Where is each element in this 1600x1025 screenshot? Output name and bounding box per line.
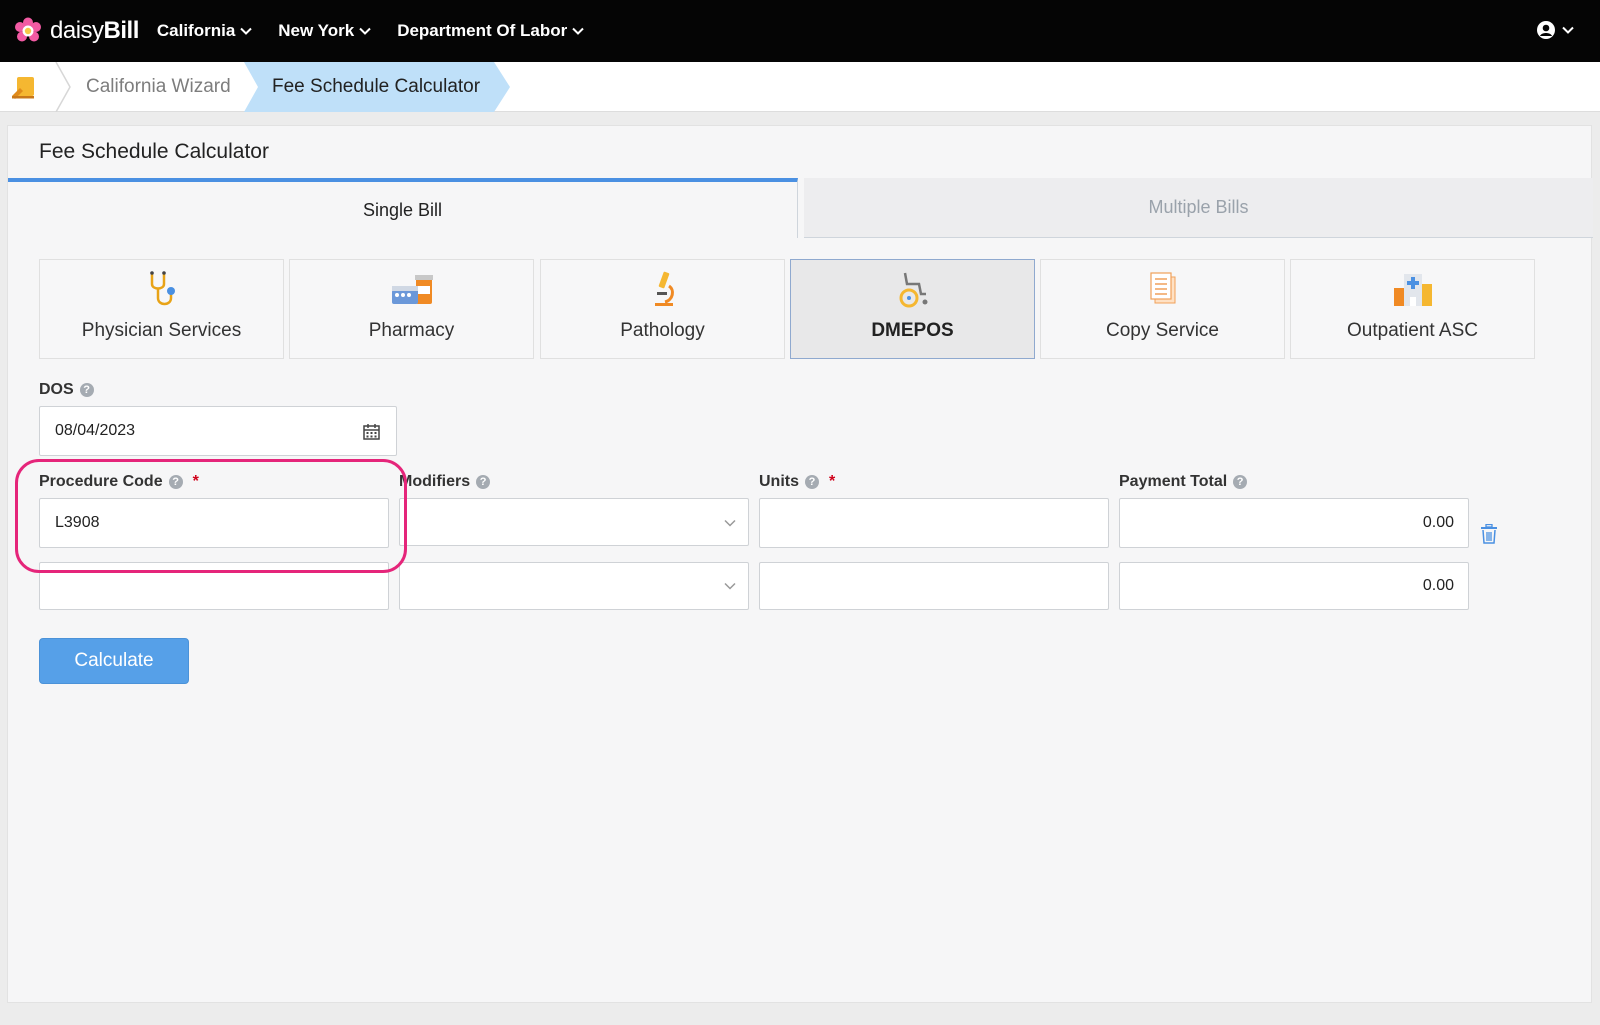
category-outpatient-asc[interactable]: Outpatient ASC — [1290, 259, 1535, 359]
chevron-down-icon — [724, 582, 736, 590]
calendar-icon[interactable] — [363, 423, 380, 440]
logo[interactable]: daisyBill — [14, 17, 139, 45]
nav-california-label: California — [156, 21, 236, 40]
procedure-code-highlight — [15, 459, 407, 573]
chevron-down-icon — [240, 27, 252, 35]
microscope-icon — [654, 271, 674, 306]
payment-total-label-text: Payment Total — [1119, 473, 1228, 490]
dos-value: 08/04/2023 — [55, 422, 136, 439]
tab-multiple-bills[interactable]: Multiple Bills — [804, 178, 1593, 238]
help-icon[interactable]: ? — [1233, 475, 1248, 489]
pharmacy-icon — [391, 275, 433, 304]
calculator-panel: Fee Schedule Calculator Single Bill Mult… — [7, 125, 1593, 1003]
wizard-home-icon[interactable] — [10, 74, 38, 100]
trash-icon[interactable] — [1480, 524, 1498, 544]
modifiers-select[interactable] — [399, 562, 749, 610]
modifiers-label: Modifiers ? — [399, 473, 491, 491]
units-label-text: Units — [759, 473, 799, 490]
category-label: Outpatient ASC — [1347, 320, 1478, 341]
breadcrumb-fee-schedule-calculator: Fee Schedule Calculator — [272, 76, 481, 97]
user-menu[interactable] — [1536, 20, 1574, 40]
units-label: Units ? * — [759, 473, 835, 491]
units-input[interactable] — [759, 498, 1109, 548]
chevron-down-icon — [572, 27, 584, 35]
brand-name-bold: Bill — [103, 17, 140, 44]
category-label: Physician Services — [81, 320, 242, 341]
payment-total-field: 0.00 — [1119, 562, 1469, 610]
tab-single-bill[interactable]: Single Bill — [8, 178, 798, 238]
user-account-icon — [1537, 21, 1555, 39]
breadcrumb-separator — [55, 62, 71, 112]
breadcrumb: California Wizard Fee Schedule Calculato… — [0, 62, 1600, 112]
modifiers-label-text: Modifiers — [399, 473, 471, 490]
breadcrumb-california-wizard[interactable]: California Wizard — [86, 76, 231, 98]
nav-department-of-labor[interactable]: Department Of Labor — [397, 21, 584, 41]
payment-total-label: Payment Total ? — [1119, 473, 1248, 491]
daisy-logo-icon — [15, 17, 41, 42]
help-icon[interactable]: ? — [476, 475, 491, 489]
document-icon — [1149, 272, 1175, 304]
wheelchair-icon — [899, 272, 927, 308]
hospital-icon — [1393, 274, 1432, 306]
help-icon[interactable]: ? — [79, 383, 94, 397]
chevron-down-icon — [1562, 26, 1574, 34]
page-title: Fee Schedule Calculator — [39, 140, 269, 163]
nav-california[interactable]: California — [157, 21, 252, 41]
payment-total-field: 0.00 — [1119, 498, 1469, 548]
category-pharmacy[interactable]: Pharmacy — [289, 259, 534, 359]
nav-new-york-label: New York — [278, 21, 355, 40]
category-label: DMEPOS — [871, 320, 954, 341]
calculate-button[interactable]: Calculate — [39, 638, 189, 684]
payment-total-value: 0.00 — [1422, 577, 1454, 594]
category-label: Copy Service — [1106, 320, 1219, 341]
payment-total-value: 0.00 — [1422, 514, 1454, 531]
category-copy-service[interactable]: Copy Service — [1040, 259, 1285, 359]
dos-date-input[interactable]: 08/04/2023 — [39, 406, 397, 456]
stethoscope-icon — [149, 271, 175, 306]
nav-new-york[interactable]: New York — [278, 21, 371, 41]
chevron-down-icon — [724, 519, 736, 527]
required-marker: * — [829, 473, 836, 490]
category-pathology[interactable]: Pathology — [540, 259, 785, 359]
category-label: Pharmacy — [368, 320, 455, 341]
category-dmepos[interactable]: DMEPOS — [790, 259, 1035, 359]
nav-dol-label: Department Of Labor — [397, 21, 568, 40]
category-label: Pathology — [620, 320, 705, 341]
chevron-down-icon — [359, 27, 371, 35]
dos-label-text: DOS — [39, 381, 74, 398]
units-input[interactable] — [759, 562, 1109, 610]
modifiers-select[interactable] — [399, 498, 749, 546]
top-nav: daisyBill California New York Department… — [0, 0, 1600, 62]
category-physician-services[interactable]: Physician Services — [39, 259, 284, 359]
help-icon[interactable]: ? — [805, 475, 819, 489]
brand-name-light: daisy — [50, 17, 104, 44]
dos-label: DOS ? — [39, 381, 94, 399]
